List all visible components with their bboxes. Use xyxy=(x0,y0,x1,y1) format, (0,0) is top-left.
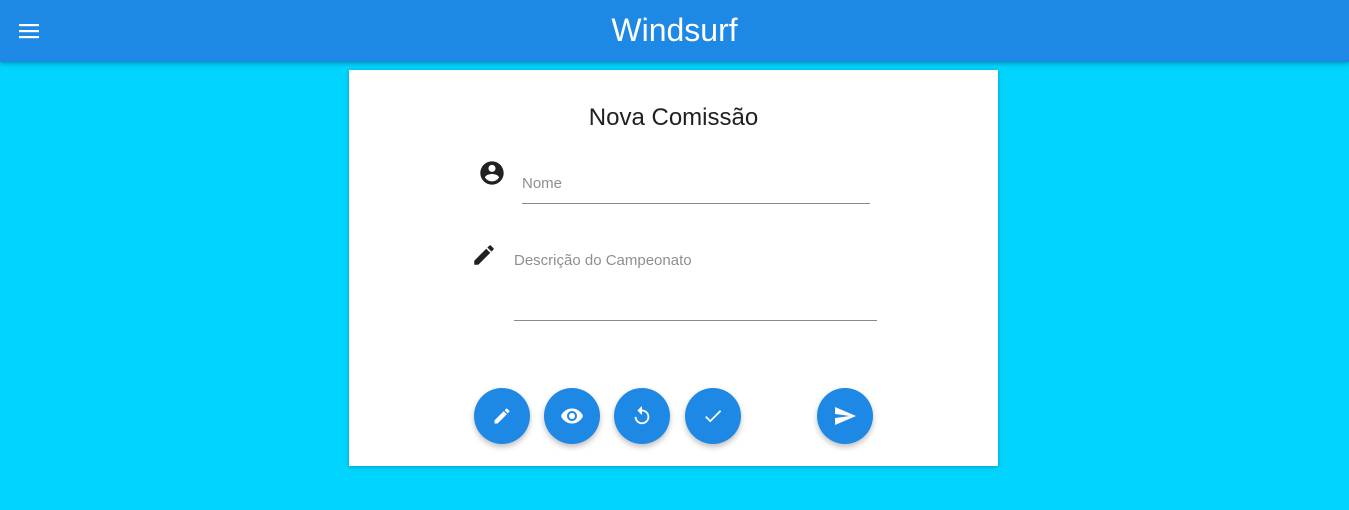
confirm-button[interactable] xyxy=(685,388,741,444)
pencil-icon xyxy=(494,408,510,424)
reset-button[interactable] xyxy=(614,388,670,444)
check-icon xyxy=(705,410,722,423)
nome-input[interactable] xyxy=(522,172,870,194)
send-button[interactable] xyxy=(817,388,873,444)
descricao-input[interactable] xyxy=(514,252,877,302)
account-circle-icon xyxy=(477,158,507,188)
view-button[interactable] xyxy=(544,388,600,444)
nome-field[interactable] xyxy=(522,170,870,204)
pencil-icon xyxy=(469,240,499,270)
edit-button[interactable] xyxy=(474,388,530,444)
descricao-field[interactable] xyxy=(514,252,877,321)
app-title: Windsurf xyxy=(611,12,738,48)
send-icon xyxy=(835,407,856,425)
eye-icon xyxy=(561,408,583,424)
replay-icon xyxy=(634,405,650,425)
form-card: Nova Comissão xyxy=(349,70,998,466)
app-bar: Windsurf xyxy=(0,0,1349,62)
form-title: Nova Comissão xyxy=(588,104,759,131)
